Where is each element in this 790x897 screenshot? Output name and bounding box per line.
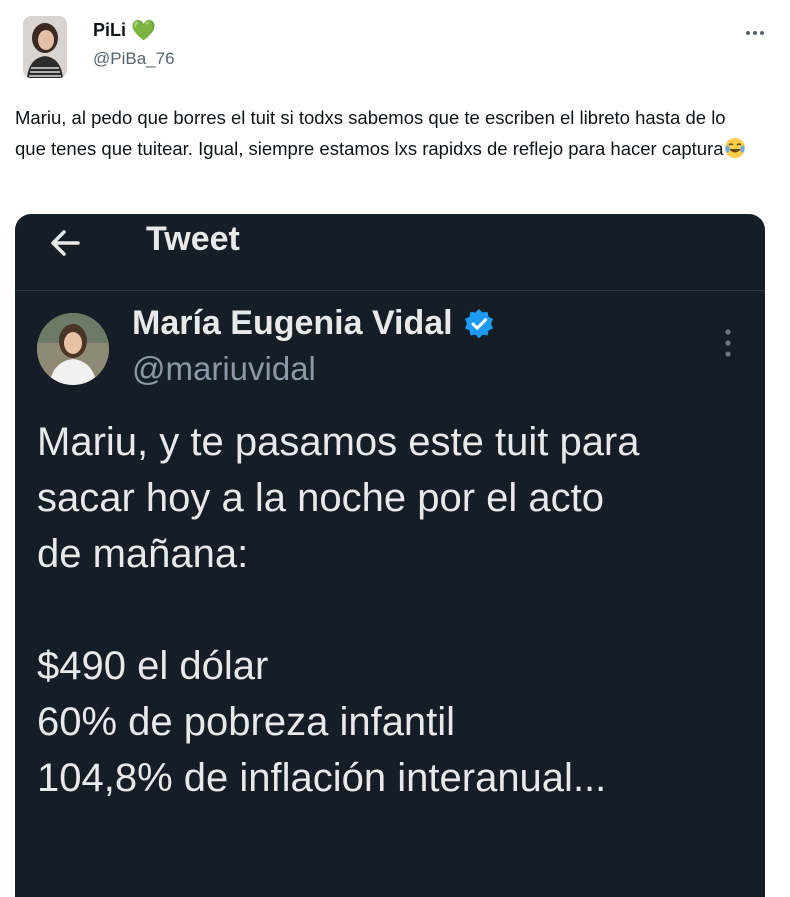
- tweet-header: PiLi 💚 @PiBa_76: [0, 0, 790, 90]
- embedded-screenshot[interactable]: Tweet María Eugenia Vidal @mariuvidal Ma…: [15, 214, 765, 897]
- tweet-text-body: Mariu, al pedo que borres el tuit si tod…: [15, 107, 726, 159]
- screenshot-topbar: Tweet: [15, 214, 765, 291]
- screenshot-tweet-body: Mariu, y te pasamos este tuit para sacar…: [37, 414, 757, 806]
- screenshot-line: sacar hoy a la noche por el acto: [37, 476, 605, 520]
- screenshot-blank-line: [37, 582, 757, 638]
- screenshot-line: $490 el dólar: [37, 644, 269, 688]
- screenshot-author-handle: @mariuvidal: [132, 350, 316, 387]
- screenshot-line: de mañana:: [37, 532, 249, 576]
- author-name[interactable]: PiLi 💚: [93, 20, 156, 41]
- author-name-text: PiLi: [93, 20, 127, 40]
- back-arrow-icon: [51, 230, 80, 256]
- screenshot-topbar-title: Tweet: [146, 220, 240, 258]
- more-options-button[interactable]: [740, 18, 770, 48]
- author-handle[interactable]: @PiBa_76: [93, 49, 175, 69]
- screenshot-line: 104,8% de inflación interanual...: [37, 756, 607, 800]
- tears-of-joy-emoji-icon: [724, 138, 745, 158]
- tweet-page: PiLi 💚 @PiBa_76 Mariu, al pedo que borre…: [0, 0, 790, 897]
- screenshot-line: 60% de pobreza infantil: [37, 700, 456, 744]
- screenshot-line: Mariu, y te pasamos este tuit para: [37, 420, 640, 464]
- green-heart-icon: 💚: [131, 19, 156, 42]
- screenshot-author-name: María Eugenia Vidal: [132, 304, 495, 343]
- screenshot-author-avatar: [37, 313, 109, 385]
- screenshot-more-icon: [725, 329, 731, 357]
- tweet-text: Mariu, al pedo que borres el tuit si tod…: [15, 102, 755, 164]
- author-avatar[interactable]: [23, 16, 67, 78]
- screenshot-author-name-text: María Eugenia Vidal: [132, 304, 453, 342]
- more-dots-icon: [746, 31, 764, 35]
- verified-badge-icon: [464, 308, 493, 338]
